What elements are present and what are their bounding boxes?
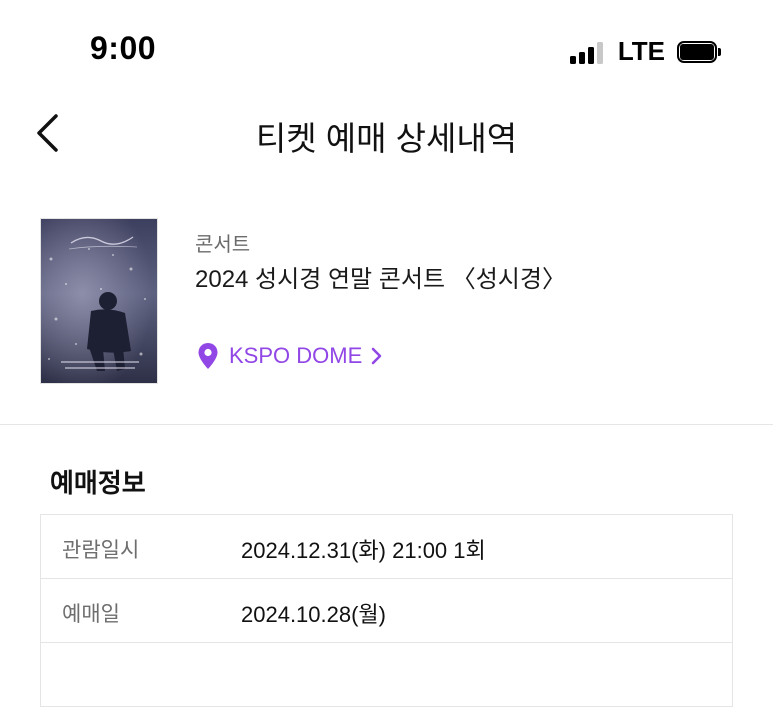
status-time: 9:00 — [90, 30, 157, 66]
info-label: 예매일 — [62, 603, 120, 626]
event-title: 2024 성시경 연말 콘서트 〈성시경〉 — [195, 266, 566, 293]
booking-info-table: 관람일시 2024.12.31(화) 21:00 1회 예매일 2024.10.… — [40, 514, 733, 707]
page-title: 티켓 예매 상세내역 — [255, 120, 518, 157]
status-bar: 9:00 LTE — [0, 0, 773, 100]
venue-link[interactable]: KSPO DOME — [197, 342, 382, 370]
info-row-partial — [41, 643, 732, 707]
info-row-viewing-datetime: 관람일시 2024.12.31(화) 21:00 1회 — [41, 515, 732, 579]
event-category: 콘서트 — [195, 234, 251, 256]
section-divider — [0, 424, 773, 425]
info-value: 2024.10.28(월) — [241, 602, 386, 627]
poster-artwork — [41, 219, 157, 383]
location-pin-icon — [198, 343, 218, 369]
info-label: 관람일시 — [62, 539, 140, 562]
info-value: 2024.12.31(화) 21:00 1회 — [241, 538, 486, 563]
venue-name: KSPO DOME — [229, 343, 363, 368]
chevron-right-icon — [372, 347, 382, 365]
status-indicators: LTE — [569, 36, 721, 67]
network-type: LTE — [617, 36, 665, 66]
info-row-booking-date: 예매일 2024.10.28(월) — [41, 579, 732, 643]
concert-poster-image[interactable] — [40, 218, 158, 384]
booking-info-title: 예매정보 — [50, 468, 146, 498]
signal-bars-icon — [569, 40, 606, 64]
battery-icon — [677, 40, 721, 63]
